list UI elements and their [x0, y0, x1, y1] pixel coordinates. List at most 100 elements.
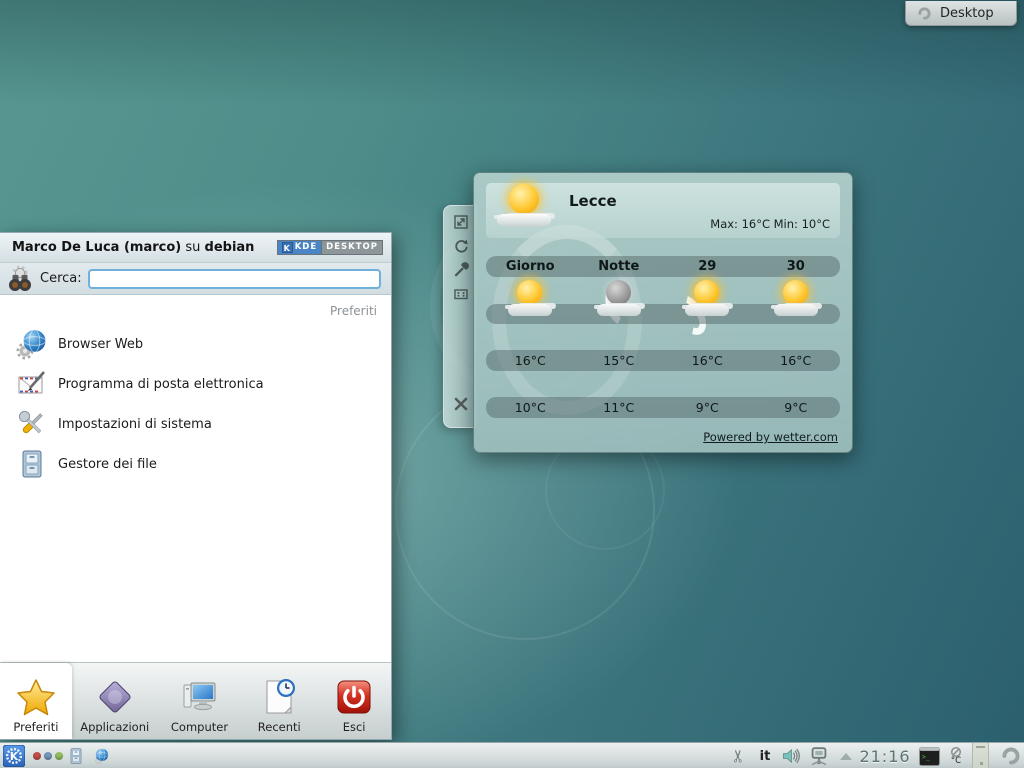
weather-condition-icon: [496, 184, 552, 230]
tab-recenti[interactable]: Recenti: [241, 663, 317, 739]
day-temp: 16°C: [486, 353, 575, 368]
weather-maxmin: Max: 16°C Min: 10°C: [710, 217, 830, 231]
document-clock-icon: [259, 677, 299, 717]
favorite-label: Browser Web: [58, 337, 143, 352]
weather-applet-handle[interactable]: [443, 205, 477, 428]
terminal-icon: >_: [918, 746, 941, 767]
klipper-tray-icon[interactable]: ✂: [728, 743, 750, 768]
desktop-pager[interactable]: [32, 743, 64, 768]
search-input[interactable]: [88, 269, 381, 289]
resize-icon[interactable]: [453, 214, 469, 230]
cashew-icon: [999, 744, 1023, 768]
close-icon[interactable]: [453, 396, 469, 412]
kickoff-user-title: Marco De Luca (marco) su debian: [12, 240, 277, 255]
weather-columns-row: Giorno Notte 29 30: [486, 256, 840, 277]
pager-dot-green[interactable]: [55, 752, 63, 760]
tab-preferiti[interactable]: Preferiti: [0, 663, 72, 739]
configure-wrench-icon[interactable]: [453, 262, 469, 278]
purple-diamond-icon: [95, 677, 135, 717]
kickoff-favorites-list: Preferiti Browser Web: [0, 296, 391, 662]
night-temp: 9°C: [663, 400, 752, 415]
weather-tray-icon[interactable]: °C: [945, 743, 967, 768]
tray-expander-button[interactable]: [838, 743, 854, 768]
file-cabinet-icon: [16, 448, 48, 480]
settings-grid-icon[interactable]: [453, 286, 469, 302]
power-icon: [334, 677, 374, 717]
day-temp: 16°C: [663, 353, 752, 368]
network-tray-icon[interactable]: [806, 743, 832, 768]
mail-pen-icon: [16, 368, 48, 400]
badge-kde-label: KDE: [295, 241, 317, 254]
kde-launcher-button[interactable]: K: [2, 743, 26, 768]
weather-col-30: 30: [752, 259, 841, 274]
host-name: debian: [205, 240, 255, 255]
quicklaunch-browser[interactable]: [92, 743, 112, 768]
kickoff-header: Marco De Luca (marco) su debian KKDE DES…: [0, 233, 391, 263]
volume-tray-icon[interactable]: [778, 743, 804, 768]
weather-night-temps-row: 10°C 11°C 9°C 9°C: [486, 397, 840, 418]
kde-logo-icon: K: [282, 242, 293, 253]
sun-cloud-icon: [507, 280, 553, 320]
kickoff-menu: Marco De Luca (marco) su debian KKDE DES…: [0, 232, 392, 740]
tab-applicazioni[interactable]: Applicazioni: [72, 663, 158, 739]
speaker-icon: [780, 746, 802, 766]
scissors-icon: ✂: [729, 749, 749, 763]
rotate-icon[interactable]: [453, 238, 469, 254]
desktop-toolbox-button[interactable]: Desktop: [905, 1, 1017, 26]
weather-unit-label: °C: [951, 757, 961, 766]
star-icon: [16, 677, 56, 717]
terminal-tray-icon[interactable]: >_: [916, 743, 942, 768]
moon-cloud-icon: [596, 280, 642, 320]
weather-col-notte: Notte: [575, 259, 664, 274]
panel-cashew-button[interactable]: [998, 743, 1024, 768]
weather-icons-row: [486, 278, 840, 324]
svg-text:K: K: [10, 751, 19, 763]
svg-text:>_: >_: [921, 752, 930, 760]
su-text: su: [185, 240, 200, 255]
pager-dot-red[interactable]: [33, 752, 41, 760]
search-binoculars-icon: [6, 265, 34, 293]
weather-day-temps-row: 16°C 15°C 16°C 16°C: [486, 350, 840, 371]
tab-label: Esci: [343, 720, 366, 734]
favorites-section-label: Preferiti: [0, 296, 391, 324]
crossed-tools-icon: [16, 408, 48, 440]
weather-city: Lecce: [569, 192, 617, 210]
favorite-item-system-settings[interactable]: Impostazioni di sistema: [0, 404, 391, 444]
pager-dot-blue[interactable]: [44, 752, 52, 760]
wetter-com-link[interactable]: Powered by wetter.com: [703, 430, 838, 444]
user-name: Marco De Luca (marco): [12, 240, 181, 255]
digital-clock[interactable]: 21:16: [856, 743, 914, 768]
day-temp: 16°C: [752, 353, 841, 368]
quicklaunch-file-manager[interactable]: [66, 743, 86, 768]
monitor-network-icon: [808, 745, 830, 767]
night-temp: 10°C: [486, 400, 575, 415]
cashew-icon: [916, 5, 933, 22]
tab-esci[interactable]: Esci: [317, 663, 391, 739]
badge-desktop-label: DESKTOP: [321, 241, 382, 254]
favorite-label: Impostazioni di sistema: [58, 417, 212, 432]
weather-col-giorno: Giorno: [486, 259, 575, 274]
weather-col-29: 29: [663, 259, 752, 274]
favorite-item-email[interactable]: Programma di posta elettronica: [0, 364, 391, 404]
bottom-panel: K ✂ it: [0, 742, 1024, 768]
desktop-toolbox-label: Desktop: [940, 6, 994, 21]
computer-icon: [179, 677, 219, 717]
kickoff-tab-bar: Preferiti Applicazioni Compu: [0, 662, 391, 739]
tab-label: Applicazioni: [80, 720, 149, 734]
tab-label: Computer: [171, 720, 228, 734]
day-temp: 15°C: [575, 353, 664, 368]
keyboard-layout-label: it: [760, 749, 771, 764]
panel-widget-strip[interactable]: [972, 743, 989, 768]
search-label: Cerca:: [40, 271, 82, 286]
weather-header: Lecce Max: 16°C Min: 10°C: [486, 183, 840, 238]
tab-computer[interactable]: Computer: [158, 663, 242, 739]
keyboard-layout-indicator[interactable]: it: [755, 743, 775, 768]
up-arrow-icon: [840, 753, 852, 760]
favorite-item-file-manager[interactable]: Gestore dei file: [0, 444, 391, 484]
weather-widget: Lecce Max: 16°C Min: 10°C Giorno Notte 2…: [473, 172, 853, 453]
kde-logo-icon: K: [3, 745, 25, 767]
sun-cloud-icon: [773, 280, 819, 320]
tab-label: Recenti: [258, 720, 301, 734]
globe-gear-icon: [16, 328, 48, 360]
favorite-item-browser-web[interactable]: Browser Web: [0, 324, 391, 364]
